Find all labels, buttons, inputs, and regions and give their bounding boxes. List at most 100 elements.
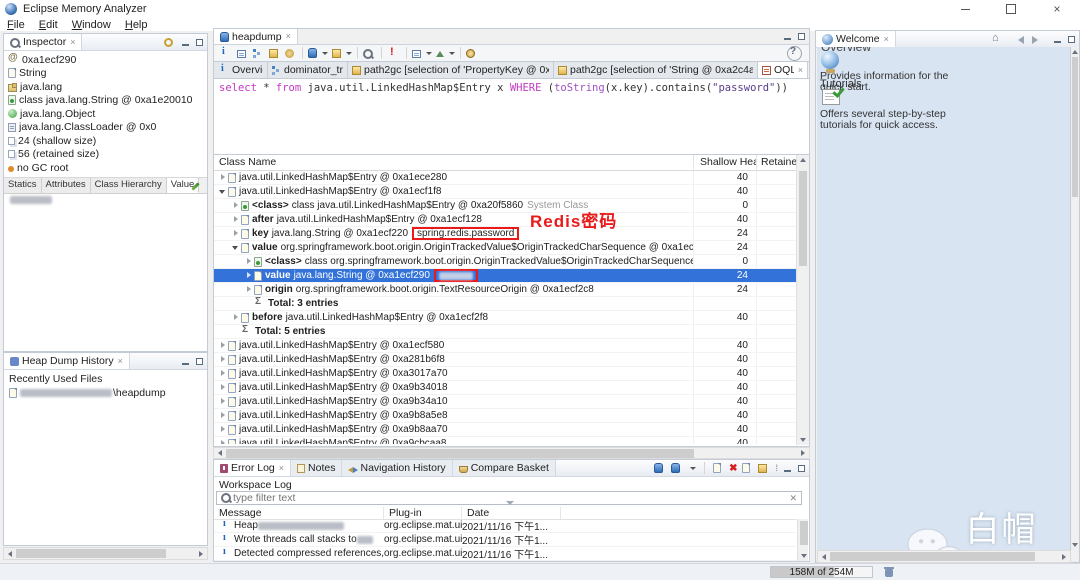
table-row[interactable]: key java.lang.String @ 0xa1ecf220 spring.r… <box>214 227 809 241</box>
cancel-button[interactable] <box>385 46 403 61</box>
table-row[interactable]: origin org.springframework.boot.origin.Te… <box>214 283 809 297</box>
table-row[interactable]: java.util.LinkedHashMap$Entry @ 0xa1ecf5… <box>214 339 809 353</box>
table-row[interactable]: Total: 5 entries <box>214 325 809 339</box>
recent-heapdump-file[interactable]: \heapdump <box>4 387 207 399</box>
tab-notes[interactable]: Notes <box>291 460 343 476</box>
expand-icon[interactable] <box>218 173 227 182</box>
export-button[interactable] <box>434 46 457 61</box>
log-vertical-scrollbar[interactable] <box>797 519 808 561</box>
column-class-name[interactable]: Class Name <box>214 155 694 170</box>
column-retained[interactable]: Retaine <box>757 155 797 170</box>
scroll-thumb[interactable] <box>1072 57 1078 197</box>
table-row[interactable]: java.util.LinkedHashMap$Entry @ 0xa9cbca… <box>214 437 809 444</box>
minimize-view-icon[interactable] <box>181 38 190 47</box>
overview-button[interactable] <box>217 46 235 61</box>
close-tab-icon[interactable]: × <box>286 32 291 41</box>
table-row[interactable]: value org.springframework.boot.origin.Ori… <box>214 241 809 255</box>
tutorials-icon[interactable] <box>822 89 840 105</box>
query-browser-button[interactable] <box>306 46 330 61</box>
inspector-item[interactable]: 0xa1ecf290 <box>4 53 207 67</box>
table-row[interactable]: <class> class java.util.LinkedHashMap$Ent… <box>214 199 809 213</box>
scroll-thumb[interactable] <box>16 549 166 558</box>
minimize-view-icon[interactable] <box>783 464 792 473</box>
clear-log-icon[interactable] <box>713 463 722 473</box>
table-row[interactable]: java.util.LinkedHashMap$Entry @ 0xa3017a… <box>214 367 809 381</box>
tab-compare-basket[interactable]: Compare Basket <box>452 460 556 476</box>
menu-edit[interactable]: Edit <box>32 19 65 31</box>
minimize-view-icon[interactable] <box>181 357 190 366</box>
welcome-horizontal-scrollbar[interactable] <box>817 550 1071 563</box>
scroll-thumb[interactable] <box>226 448 694 458</box>
table-row[interactable]: after java.util.LinkedHashMap$Entry @ 0xa… <box>214 213 809 227</box>
result-tab-oql[interactable]: OQL × <box>758 62 808 78</box>
back-icon[interactable] <box>1011 36 1024 44</box>
maximize-view-icon[interactable] <box>195 357 204 366</box>
search-button[interactable] <box>361 46 378 61</box>
inspector-item[interactable]: java.lang <box>4 80 207 94</box>
scroll-left-icon[interactable] <box>8 550 12 557</box>
open-log-icon[interactable] <box>742 463 751 473</box>
inspector-tab-attributes[interactable]: Attributes <box>41 178 91 193</box>
run-report-button[interactable] <box>330 46 354 61</box>
sync-icon[interactable] <box>164 37 173 47</box>
pin-button[interactable] <box>464 46 480 61</box>
thread-overview-button[interactable] <box>283 46 299 61</box>
table-row[interactable]: value java.lang.String @ 0xa1ecf290 24 <box>214 269 809 283</box>
overview-globe-icon[interactable] <box>821 51 841 73</box>
table-row[interactable]: java.util.LinkedHashMap$Entry @ 0xa1ecf1… <box>214 185 809 199</box>
close-tab-icon[interactable]: × <box>118 356 123 366</box>
expand-icon[interactable] <box>244 285 253 294</box>
minimize-view-icon[interactable] <box>1053 35 1062 44</box>
expand-icon[interactable] <box>231 201 240 210</box>
scroll-left-icon[interactable] <box>822 553 826 560</box>
inspector-item[interactable]: String <box>4 67 207 81</box>
scroll-down-icon[interactable] <box>1072 543 1078 547</box>
result-tab-path2gc[interactable]: path2gc [selection of 'PropertyKey @ 0xa… <box>348 62 554 78</box>
scroll-down-icon[interactable] <box>801 554 807 558</box>
left-horizontal-scrollbar[interactable] <box>3 547 208 560</box>
table-row[interactable]: java.util.LinkedHashMap$Entry @ 0xa281b6… <box>214 353 809 367</box>
table-row[interactable]: <class> class org.springframework.boot.or… <box>214 255 809 269</box>
table-row[interactable]: java.util.LinkedHashMap$Entry @ 0xa1ece2… <box>214 171 809 185</box>
minimize-button[interactable] <box>942 0 988 18</box>
chevron-down-icon[interactable] <box>690 466 697 470</box>
dominator-tree-button[interactable] <box>251 46 267 61</box>
result-tab-dominator_tree[interactable]: dominator_tree <box>268 62 348 78</box>
tab-welcome[interactable]: Welcome × <box>816 31 896 47</box>
expand-icon[interactable] <box>218 369 227 378</box>
inspector-item[interactable]: 56 (retained size) <box>4 148 207 162</box>
scroll-thumb[interactable] <box>799 171 807 266</box>
expand-icon[interactable] <box>244 271 253 280</box>
scroll-down-icon[interactable] <box>800 438 806 442</box>
expand-icon[interactable] <box>231 229 240 238</box>
scroll-thumb[interactable] <box>800 521 808 545</box>
tab-heap-dump-history[interactable]: Heap Dump History × <box>4 353 130 369</box>
expand-icon[interactable] <box>231 215 240 224</box>
table-row[interactable]: java.util.LinkedHashMap$Entry @ 0xa9b340… <box>214 381 809 395</box>
tab-navigation-history[interactable]: Navigation History <box>342 460 453 476</box>
clear-filter-icon[interactable]: ✕ <box>785 493 801 504</box>
delete-log-icon[interactable]: ✖ <box>729 463 737 474</box>
column-shallow-heap[interactable]: Shallow Heap <box>694 155 757 170</box>
inspector-item[interactable]: 24 (shallow size) <box>4 134 207 148</box>
collapse-icon[interactable] <box>231 243 240 252</box>
collapse-icon[interactable] <box>218 187 227 196</box>
menu-help[interactable]: Help <box>118 19 155 31</box>
inspector-tab-class-hierarchy[interactable]: Class Hierarchy <box>90 178 167 193</box>
maximize-view-icon[interactable] <box>797 464 806 473</box>
view-menu-icon[interactable]: ⁞ <box>775 463 778 473</box>
oql-editor[interactable]: select * from java.util.LinkedHashMap$En… <box>213 79 810 155</box>
expand-icon[interactable] <box>244 257 253 266</box>
histogram-button[interactable] <box>235 46 251 61</box>
tab-heapdump[interactable]: heapdump × <box>214 29 298 44</box>
result-tab-path2gc[interactable]: path2gc [selection of 'String @ 0xa2c4a5… <box>554 62 758 78</box>
column-message[interactable]: Message <box>214 507 384 519</box>
log-row[interactable]: Detected compressed references, torg.ecl… <box>214 547 796 561</box>
expand-icon[interactable] <box>231 313 240 322</box>
close-tab-icon[interactable]: × <box>798 65 803 75</box>
table-row[interactable]: before java.util.LinkedHashMap$Entry @ 0x… <box>214 311 809 325</box>
menu-file[interactable]: File <box>0 19 32 31</box>
heap-status-widget[interactable]: 158M of 254M <box>770 566 873 578</box>
close-tab-icon[interactable]: × <box>884 34 889 44</box>
table-row[interactable]: java.util.LinkedHashMap$Entry @ 0xa9b34a… <box>214 395 809 409</box>
